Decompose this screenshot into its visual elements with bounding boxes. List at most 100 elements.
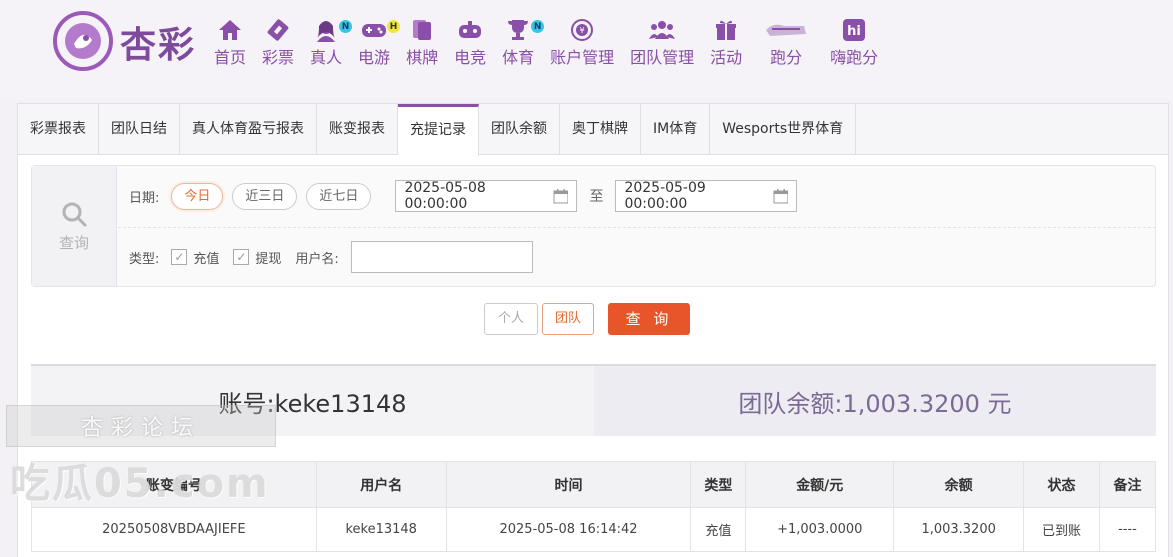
- esports-icon: [457, 18, 483, 42]
- nav-live[interactable]: N 真人: [310, 18, 353, 68]
- nav-running-score[interactable]: 跑分: [764, 18, 808, 68]
- query-side: 查询: [32, 166, 117, 286]
- nav-lottery[interactable]: 彩票: [262, 18, 294, 68]
- gift-icon: [713, 18, 739, 42]
- nav-hi-running-score[interactable]: hi 嗨跑分: [830, 18, 878, 68]
- nav-label: 跑分: [770, 48, 803, 67]
- report-panel: 彩票报表 团队日结 真人体育盈亏报表 账变报表 充提记录 团队余额 奥丁棋牌 I…: [17, 103, 1169, 557]
- record-id-cell: 20250508VBDAAJIEFE: [31, 507, 317, 552]
- tab-im-sports[interactable]: IM体育: [641, 104, 711, 155]
- date-row: 日期: 今日 近三日 近七日 2025-05-08 00:00:00 至 202…: [129, 180, 798, 212]
- nav-sports[interactable]: N 体育: [502, 18, 545, 68]
- end-date-value: 2025-05-09 00:00:00: [624, 180, 706, 212]
- table-row: 20250508VBDAAJIEFE keke13148 2025-05-08 …: [31, 507, 1156, 552]
- home-icon: [217, 18, 243, 42]
- column-header: 用户名: [315, 461, 447, 508]
- nav-chess[interactable]: 棋牌: [406, 18, 438, 68]
- to-label: 至: [589, 189, 604, 205]
- personal-button[interactable]: 个人: [484, 303, 539, 335]
- username-cell: keke13148: [315, 507, 447, 552]
- query-label: 查询: [58, 233, 89, 252]
- start-date-input[interactable]: 2025-05-08 00:00:00: [395, 180, 578, 212]
- nav-label: 团队管理: [630, 48, 695, 67]
- today-button[interactable]: 今日: [171, 182, 224, 210]
- query-button[interactable]: 查 询: [608, 303, 691, 335]
- column-header: 类型: [690, 461, 747, 508]
- column-header: 时间: [445, 461, 692, 508]
- nav-label: 电游: [358, 48, 391, 67]
- type-label: 类型:: [129, 251, 160, 267]
- account-icon: ¥: [569, 18, 595, 42]
- column-header: 账变编号: [31, 461, 317, 508]
- filter-divider: [118, 227, 1156, 228]
- nav-account[interactable]: ¥ 账户管理: [550, 18, 614, 68]
- withdraw-checkbox[interactable]: ✓ 提现: [233, 248, 281, 267]
- cards-icon: [409, 18, 435, 42]
- nav-promotions[interactable]: 活动: [710, 18, 742, 68]
- calendar-icon: [552, 189, 568, 204]
- nav-label: 体育: [502, 48, 535, 67]
- account-summary: 账号:keke13148: [31, 366, 594, 436]
- nav-label: 棋牌: [406, 48, 439, 67]
- nav-esports[interactable]: 电竞: [454, 18, 486, 68]
- table-header-row: 账变编号 用户名 时间 类型 金额/元 余额 状态 备注: [31, 461, 1156, 508]
- nav-label: 活动: [710, 48, 743, 67]
- nav-label: 首页: [214, 48, 247, 67]
- tab-live-sports-pnl[interactable]: 真人体育盈亏报表: [180, 104, 317, 155]
- hot-badge: H: [387, 20, 401, 33]
- nav-label: 账户管理: [550, 48, 615, 67]
- status-cell: 已到账: [1023, 507, 1100, 552]
- search-icon: [62, 202, 87, 226]
- tab-wesports[interactable]: Wesports世界体育: [710, 104, 857, 155]
- ticket-icon: [265, 18, 291, 42]
- column-header: 备注: [1099, 461, 1156, 508]
- nav-home[interactable]: 首页: [214, 18, 246, 68]
- remark-cell: ----: [1099, 507, 1156, 552]
- nav-label: 电竞: [454, 48, 487, 67]
- last-7-days-button[interactable]: 近七日: [306, 182, 372, 210]
- last-3-days-button[interactable]: 近三日: [232, 182, 298, 210]
- new-badge: N: [339, 20, 353, 33]
- team-balance-summary: 团队余额:1,003.3200 元: [594, 366, 1156, 436]
- calendar-icon: [772, 189, 788, 204]
- action-buttons: 个人 团队 查 询: [484, 303, 691, 335]
- tab-team-daily[interactable]: 团队日结: [99, 104, 180, 155]
- balance-cell: 1,003.3200: [893, 507, 1025, 552]
- logo-text: 杏彩: [120, 25, 197, 66]
- start-date-value: 2025-05-08 00:00:00: [404, 180, 486, 212]
- checkmark-icon: ✓: [233, 249, 250, 265]
- site-logo[interactable]: 杏彩: [52, 10, 212, 72]
- date-label: 日期:: [129, 190, 160, 206]
- hi-icon: hi: [841, 18, 867, 42]
- trophy-icon: [505, 18, 531, 42]
- tab-account-changes[interactable]: 账变报表: [317, 104, 398, 155]
- logo-emblem-icon: [53, 11, 113, 71]
- type-cell: 充值: [690, 507, 747, 552]
- live-dealer-icon: [313, 18, 339, 42]
- nav-label: 嗨跑分: [830, 48, 879, 67]
- team-icon: [649, 18, 676, 42]
- report-tabs: 彩票报表 团队日结 真人体育盈亏报表 账变报表 充提记录 团队余额 奥丁棋牌 I…: [18, 104, 1168, 156]
- tab-deposit-withdraw[interactable]: 充提记录: [398, 104, 479, 156]
- filter-box: 查询 日期: 今日 近三日 近七日 2025-05-08 00:00:00 至 …: [31, 165, 1156, 287]
- tab-team-balance[interactable]: 团队余额: [479, 104, 560, 155]
- deposit-checkbox[interactable]: ✓ 充值: [171, 248, 219, 267]
- nav-label: 真人: [310, 48, 343, 67]
- deposit-label: 充值: [193, 251, 220, 267]
- column-header: 余额: [893, 461, 1025, 508]
- amount-cell: +1,003.0000: [745, 507, 895, 552]
- column-header: 状态: [1023, 461, 1100, 508]
- svg-text:¥: ¥: [580, 26, 585, 35]
- gamepad-icon: [361, 18, 387, 42]
- tab-odin-chess[interactable]: 奥丁棋牌: [560, 104, 641, 155]
- username-input[interactable]: [350, 241, 533, 273]
- time-cell: 2025-05-08 16:14:42: [445, 507, 692, 552]
- summary-bar: 账号:keke13148 团队余额:1,003.3200 元: [31, 364, 1156, 436]
- team-button[interactable]: 团队: [542, 303, 595, 335]
- nav-label: 彩票: [262, 48, 295, 67]
- checkmark-icon: ✓: [171, 249, 188, 265]
- tab-lottery-report[interactable]: 彩票报表: [18, 104, 99, 155]
- end-date-input[interactable]: 2025-05-09 00:00:00: [615, 180, 798, 212]
- nav-slots[interactable]: H 电游: [358, 18, 401, 68]
- nav-team[interactable]: 团队管理: [630, 18, 694, 68]
